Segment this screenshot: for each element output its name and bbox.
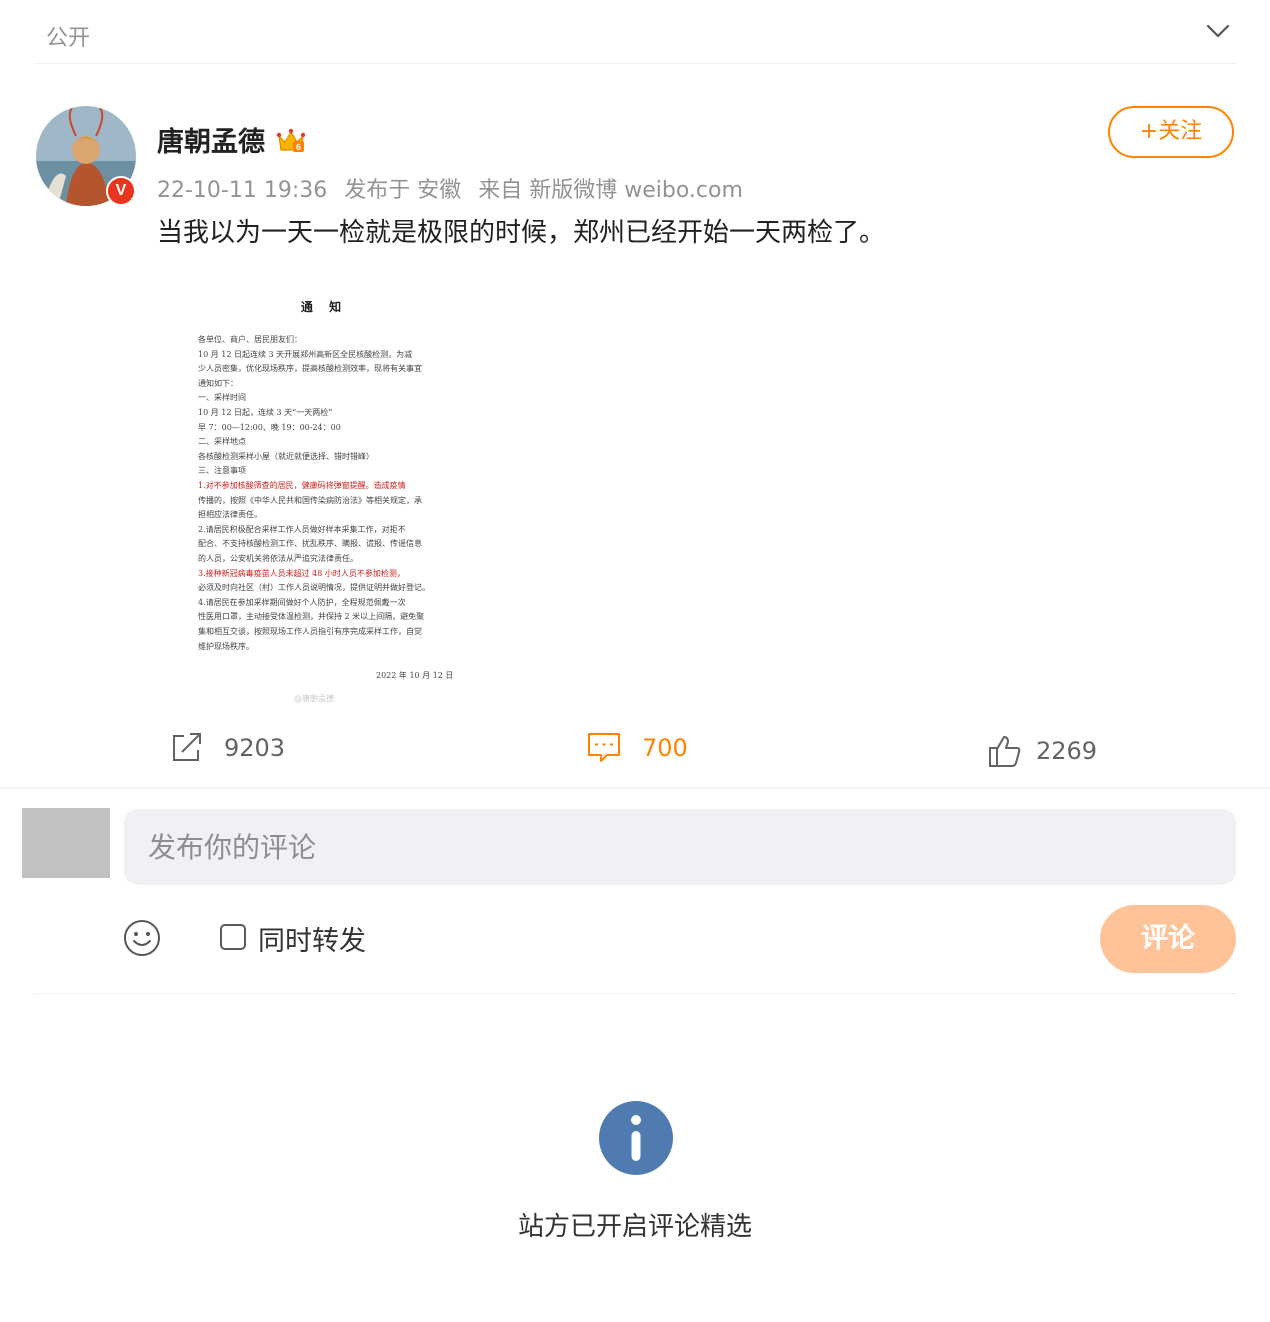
- notice-line: 必须及时向社区（村）工作人员说明情况，提供证明并做好登记。: [198, 583, 430, 593]
- notice-line: 4.请居民在参加采样期间做好个人防护，全程规范佩戴一次: [198, 597, 406, 607]
- follow-button[interactable]: +关注: [1108, 106, 1234, 158]
- author-name[interactable]: 唐朝孟德: [157, 120, 265, 159]
- vip-crown-icon[interactable]: 6: [276, 127, 306, 155]
- notice-line: 3.接种新冠病毒疫苗人员未超过 48 小时人员不参加检测，: [198, 568, 405, 578]
- emoji-icon[interactable]: [122, 918, 162, 958]
- comment-icon: [588, 733, 620, 762]
- post-text: 当我以为一天一检就是极限的时候，郑州已经开始一天两检了。: [157, 218, 886, 248]
- visibility-label: 公开: [46, 26, 91, 51]
- comment-button[interactable]: 700: [586, 730, 688, 766]
- notice-line: 性医用口罩，主动接受体温检测，并保持 2 米以上间隔，避免聚: [198, 612, 425, 622]
- notice-watermark: @唐朝孟德: [294, 694, 334, 703]
- repost-checkbox[interactable]: [220, 924, 246, 950]
- notice-line: 担相应法律责任。: [198, 510, 262, 520]
- post-time[interactable]: 22-10-11 19:36: [157, 178, 327, 203]
- section-divider: [0, 787, 1270, 789]
- like-count: 2269: [1036, 737, 1098, 765]
- post-image[interactable]: 通 知 各单位、商户、居民朋友们： 10 月 12 日起连续 3 天开展郑州高新…: [160, 278, 488, 708]
- notice-line: 2.请居民积极配合采样工作人员做好样本采集工作，对拒不: [198, 524, 406, 534]
- notice-line: 少人员密集，优化现场秩序，提高核酸检测效率，现将有关事宜: [198, 364, 422, 374]
- repost-count: 9203: [224, 734, 286, 762]
- like-button[interactable]: 2269: [988, 733, 1097, 769]
- notice-line: 一、采样时间: [198, 393, 246, 403]
- repost-checkbox-label[interactable]: 同时转发: [258, 919, 366, 958]
- notice-title: 通 知: [300, 300, 348, 314]
- post-location: 发布于 安徽: [344, 178, 462, 203]
- notice-line: 二、采样地点: [198, 437, 246, 447]
- notice-line: 各单位、商户、居民朋友们：: [198, 335, 302, 344]
- post-meta: 22-10-11 19:36 发布于 安徽 来自 新版微博 weibo.com: [157, 172, 753, 204]
- info-icon: [599, 1101, 673, 1175]
- verified-badge-icon: V: [106, 176, 136, 206]
- notice-line: 三、注意事项: [198, 466, 246, 476]
- svg-text:6: 6: [296, 142, 301, 152]
- notice-line: 1.对不参加核酸筛查的居民，健康码将弹窗提醒。造成疫情: [198, 481, 406, 490]
- notice-line: 维护现场秩序。: [198, 641, 254, 651]
- comment-count: 700: [642, 734, 688, 762]
- comment-input[interactable]: [124, 809, 1236, 885]
- notice-line: 配合、不支持核酸检测工作、扰乱秩序、瞒报、谎报、传谣信息: [198, 539, 422, 549]
- notice-line: 10 月 12 日起连续 3 天开展郑州高新区全民核酸检测，为减: [198, 349, 413, 359]
- notice-line: 集和相互交谈，按照现场工作人员指引有序完成采样工作，自觉: [198, 627, 422, 636]
- notice-line: 通知如下：: [198, 378, 238, 388]
- post-source: 来自 新版微博 weibo.com: [478, 178, 743, 203]
- notice-line: 的人员，公安机关将依法从严追究法律责任。: [198, 554, 358, 563]
- notice-line: 各核酸检测采样小屋（就近就便选择、错时错峰）: [198, 451, 374, 461]
- notice-line: 10 月 12 日起，连续 3 天“一天两检”: [198, 408, 333, 417]
- submit-comment-button[interactable]: 评论: [1100, 905, 1236, 973]
- composer-divider: [34, 993, 1237, 994]
- notice-line: 早 7：00—12:00、晚 19：00-24：00: [198, 422, 341, 432]
- notice-line: 传播的，按照《中华人民共和国传染病防治法》等相关规定，承: [198, 495, 422, 505]
- repost-button[interactable]: 9203: [170, 730, 285, 766]
- top-divider: [34, 63, 1237, 64]
- repost-icon: [173, 733, 201, 761]
- comment-curation-notice: 站方已开启评论精选: [517, 1212, 752, 1242]
- notice-date: 2022 年 10 月 12 日: [376, 671, 454, 680]
- chevron-down-icon[interactable]: [1204, 20, 1232, 42]
- my-avatar: [22, 808, 110, 878]
- thumbs-up-icon: [989, 736, 1021, 767]
